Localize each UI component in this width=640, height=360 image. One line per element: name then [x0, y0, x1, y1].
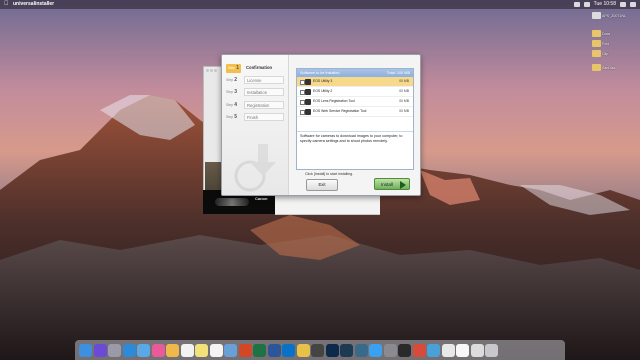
battery-icon[interactable]	[583, 2, 590, 7]
step-confirmation: Step 1 Confirmation	[225, 64, 285, 73]
software-header-label: Software to be installed	[300, 71, 340, 75]
step-label: Installation	[244, 88, 284, 96]
word-icon[interactable]	[267, 343, 281, 357]
installer-window: Step 1 Confirmation Step 2 License Step …	[221, 54, 421, 196]
folder-icon	[592, 40, 601, 47]
mail-icon[interactable]	[137, 343, 150, 357]
drive-icon	[592, 12, 601, 19]
chrome2-icon[interactable]	[412, 343, 426, 357]
dock	[75, 340, 565, 360]
finder-icon[interactable]	[79, 343, 92, 357]
folder-icon	[592, 30, 601, 37]
camera-icon[interactable]	[311, 343, 324, 357]
desktop-icon-folder-1[interactable]: Docs	[592, 30, 626, 37]
launchpad-icon[interactable]	[108, 343, 121, 357]
desktop-icon-folder-4[interactable]: SanDisk	[592, 64, 626, 71]
camera-lens-image	[215, 198, 249, 206]
preview-icon[interactable]	[224, 343, 237, 357]
app-menu-name[interactable]: universalinstaller	[13, 0, 54, 9]
step-number: Step 1	[226, 64, 241, 73]
apple-menu-icon[interactable]: 	[4, 0, 9, 9]
list-item[interactable]: EOS Web Service Registration Tool 00 MB	[297, 107, 413, 117]
photos-icon[interactable]	[166, 343, 179, 357]
list-item[interactable]: EOS Lens Registration Tool 00 MB	[297, 97, 413, 107]
list-item[interactable]: EOS Utility 2 00 MB	[297, 87, 413, 97]
itunes-icon[interactable]	[151, 343, 165, 357]
step-license: Step 2 License	[225, 76, 285, 85]
step-label: License	[244, 76, 284, 84]
software-list-panel: Software to be installed Total: 100 MB E…	[296, 68, 414, 170]
outlook-icon[interactable]	[282, 343, 295, 357]
exit-button[interactable]: Exit	[306, 179, 338, 191]
excel-icon[interactable]	[253, 343, 266, 357]
calendar-icon[interactable]	[180, 343, 194, 357]
step-number: Step 3	[226, 89, 237, 95]
desktop-icon-folder-3[interactable]: Clip	[592, 50, 626, 57]
trash-icon[interactable]	[485, 343, 498, 357]
siri-icon[interactable]	[93, 343, 107, 357]
zoom-dot-icon[interactable]	[214, 69, 217, 72]
software-icon	[305, 88, 311, 95]
folder-icon	[592, 50, 601, 57]
lightroom-icon[interactable]	[340, 343, 353, 357]
powerpoint-icon[interactable]	[238, 343, 252, 357]
steps-sidebar: Step 1 Confirmation Step 2 License Step …	[222, 55, 289, 195]
downloads-icon[interactable]	[470, 343, 484, 357]
software-description: Software for cameras to download images …	[297, 131, 413, 169]
desktop-icon-folder-2[interactable]: Fold	[592, 40, 626, 47]
menu-clock[interactable]: Tue 10:58	[594, 0, 616, 9]
total-size: Total: 100 MB	[386, 71, 410, 75]
reminders-icon[interactable]	[209, 343, 223, 357]
step-registration: Step 4 Registration	[225, 101, 285, 110]
wifi-icon[interactable]	[573, 2, 580, 7]
window-controls	[206, 69, 217, 72]
step-number: Step 4	[226, 102, 237, 108]
step-label: Confirmation	[246, 65, 273, 70]
photoshop-icon[interactable]	[325, 343, 339, 357]
step-label: Finish	[244, 113, 284, 121]
minimize-dot-icon[interactable]	[210, 69, 213, 72]
system-preferences-icon[interactable]	[383, 343, 397, 357]
folder-icon	[592, 64, 601, 71]
software-icon	[305, 78, 311, 85]
step-finish: Step 5 Finish	[225, 113, 285, 122]
download-arrow-icon	[234, 144, 276, 192]
doc-icon[interactable]	[456, 343, 469, 357]
step-installation: Step 3 Installation	[225, 88, 285, 97]
step-label: Registration	[244, 101, 284, 109]
app-store-icon[interactable]	[369, 343, 382, 357]
lightroom-classic-icon[interactable]	[354, 343, 368, 357]
install-button[interactable]: Install	[374, 178, 410, 190]
install-hint: Click [Install] to start installing.	[305, 172, 354, 176]
messages-icon[interactable]	[441, 343, 455, 357]
step-number: Step 2	[226, 77, 237, 83]
camera-raw-icon[interactable]	[398, 343, 411, 357]
notes-icon[interactable]	[195, 343, 208, 357]
safari-icon[interactable]	[122, 343, 136, 357]
software-icon	[305, 108, 311, 115]
notification-center-icon[interactable]	[630, 2, 636, 7]
step-number: Step 5	[226, 114, 237, 120]
install-button-label: Install	[381, 182, 394, 187]
spotlight-icon[interactable]	[620, 2, 626, 7]
software-list-header: Software to be installed Total: 100 MB	[297, 69, 413, 77]
menu-extras: Tue 10:58	[573, 0, 636, 9]
play-arrow-icon	[400, 181, 406, 189]
trash-blue-icon[interactable]	[427, 343, 440, 357]
canon-logo: Canon	[255, 196, 268, 201]
software-icon	[305, 98, 311, 105]
close-dot-icon[interactable]	[206, 69, 209, 72]
chrome-icon[interactable]	[296, 343, 310, 357]
menu-bar:  universalinstaller Tue 10:58	[0, 0, 640, 9]
software-list: EOS Utility 3 00 MB EOS Utility 2 00 MB …	[297, 77, 413, 131]
list-item[interactable]: EOS Utility 3 00 MB	[297, 77, 413, 87]
desktop-icon-drive[interactable]: APS_Z0071NL	[592, 12, 626, 19]
